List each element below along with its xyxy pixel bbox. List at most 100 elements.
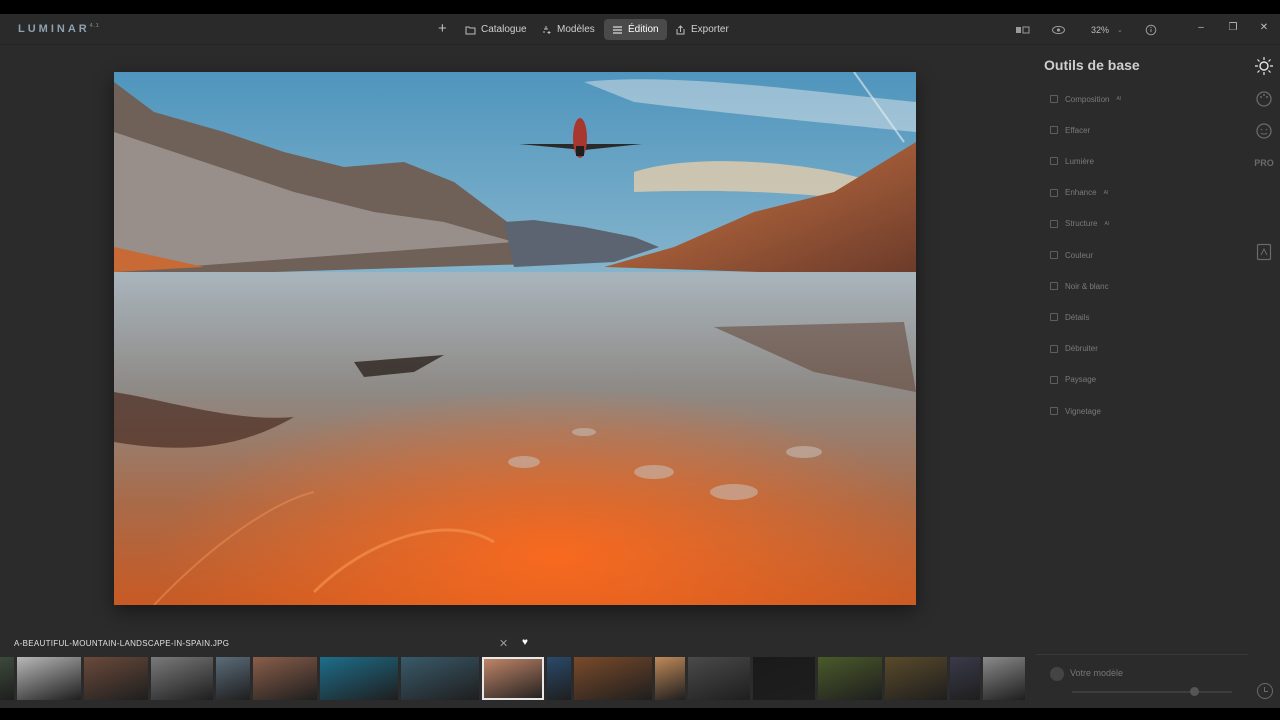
filmstrip-thumbnail[interactable] [482,657,544,700]
tab-catalogue[interactable]: Catalogue [465,19,527,40]
filmstrip [0,657,1030,700]
photo-canvas[interactable] [114,72,916,605]
folder-icon [465,26,476,34]
landscape-image [114,72,916,605]
tool-icon [1050,188,1058,197]
tools-panel: Outils de base Composition AI Effacer Lumiè… [1030,45,1250,635]
tool-item[interactable]: Enhance AI [1050,185,1108,201]
ai-badge: AI [1116,96,1122,102]
add-photos-button[interactable]: + [438,20,447,37]
tool-item[interactable]: Paysage [1050,372,1096,388]
tool-label: Structure [1065,219,1098,229]
model-label: Votre modèle [1070,668,1124,678]
luminar-window: LUMINAR4.1 + Catalogue Modèles Édition E… [0,14,1280,708]
letterbox-top [0,0,1280,14]
ai-structure-category-button[interactable] [1250,238,1278,266]
palette-icon [1256,91,1272,107]
minimize-icon: – [1198,22,1204,33]
tool-icon [1050,375,1058,384]
filmstrip-thumbnail[interactable] [688,657,750,700]
ai-badge: AI [1103,189,1109,196]
filmstrip-thumbnail[interactable] [983,657,1025,700]
sliders-icon [613,26,622,33]
heart-icon: ♥ [522,637,528,648]
letterbox-bottom [0,708,1280,720]
creative-category-button[interactable] [1250,85,1278,113]
filmstrip-thumbnail[interactable] [320,657,398,700]
tool-item[interactable]: Couleur [1050,247,1093,263]
eye-icon [1052,25,1065,34]
share-icon [676,24,685,34]
tool-label: Couleur [1065,250,1094,260]
info-icon [1145,24,1157,35]
tool-label: Effacer [1065,125,1091,135]
zoom-dropdown[interactable]: 32% ⌄ [1091,14,1123,45]
tool-icon [1050,407,1058,415]
filmstrip-thumbnail[interactable] [253,657,317,700]
portrait-category-button[interactable] [1250,117,1278,145]
ai-badge: AI [1104,220,1110,227]
tool-icon [1050,126,1058,135]
tab-exporter[interactable]: Exporter [675,19,729,40]
tool-item[interactable]: Détails [1050,309,1089,325]
model-section: Votre modèle [1036,654,1248,704]
zoom-value: 32% [1091,24,1110,35]
close-window-button[interactable]: ✕ [1257,21,1271,35]
filmstrip-thumbnail[interactable] [655,657,685,700]
app-logo: LUMINAR4.1 [18,23,100,35]
favorite-button[interactable]: ♥ [522,637,528,648]
tab-modeles[interactable]: Modèles [541,19,595,40]
filmstrip-thumbnail[interactable] [401,657,479,700]
preview-button[interactable] [1051,14,1066,45]
filmstrip-thumbnail[interactable] [216,657,250,700]
filmstrip-thumbnail[interactable] [151,657,213,700]
history-icon[interactable] [1257,683,1273,699]
tool-label: Lumière [1065,156,1094,166]
filmstrip-thumbnail[interactable] [0,657,14,700]
model-slider-knob[interactable] [1190,687,1199,696]
restore-button[interactable]: ❐ [1226,21,1240,35]
tool-label: Détails [1065,312,1090,322]
filmstrip-thumbnail[interactable] [885,657,947,700]
filmstrip-thumbnail[interactable] [574,657,652,700]
info-button[interactable] [1145,14,1157,45]
chevron-down-icon: ⌄ [1117,26,1123,34]
pro-icon: PRO [1254,158,1274,168]
tool-item[interactable]: Débruiter [1050,341,1098,357]
model-amount-slider[interactable] [1072,691,1232,693]
tool-item[interactable]: Noir & blanc [1050,278,1109,294]
sun-icon [1255,57,1273,75]
restore-icon: ❐ [1228,22,1238,33]
sparkle-icon [543,25,551,34]
current-filename: A-BEAUTIFUL-MOUNTAIN-LANDSCAPE-IN-SPAIN.… [14,639,230,648]
essentials-category-button[interactable] [1250,52,1278,80]
close-icon: ✕ [499,638,509,650]
tool-icon [1050,157,1058,166]
filmstrip-thumbnail[interactable] [950,657,980,700]
tool-icon [1050,251,1058,259]
filmstrip-thumbnail[interactable] [547,657,571,700]
tool-label: Paysage [1065,375,1097,385]
minimize-button[interactable]: – [1194,21,1208,35]
filmstrip-thumbnail[interactable] [17,657,81,700]
pro-category-button[interactable]: PRO [1250,149,1278,177]
smiley-icon [1256,123,1272,139]
reject-button[interactable]: ✕ [499,637,508,650]
tool-icon [1050,282,1058,291]
tool-item[interactable]: Effacer [1050,122,1090,138]
tool-icon [1050,95,1058,103]
tool-label: Débruiter [1065,344,1098,354]
tool-label: Enhance [1065,188,1097,198]
tab-edition[interactable]: Édition [604,19,667,40]
filmstrip-thumbnail[interactable] [84,657,148,700]
model-icon [1050,667,1064,681]
tool-item[interactable]: Composition AI [1050,91,1121,107]
tool-item[interactable]: Vignetage [1050,403,1101,419]
tool-item[interactable]: Structure AI [1050,216,1109,232]
filmstrip-thumbnail[interactable] [753,657,815,700]
compare-button[interactable] [1015,14,1031,45]
tool-icon [1050,219,1058,228]
close-icon: ✕ [1259,22,1269,33]
filmstrip-thumbnail[interactable] [818,657,882,700]
tool-item[interactable]: Lumière [1050,153,1094,169]
